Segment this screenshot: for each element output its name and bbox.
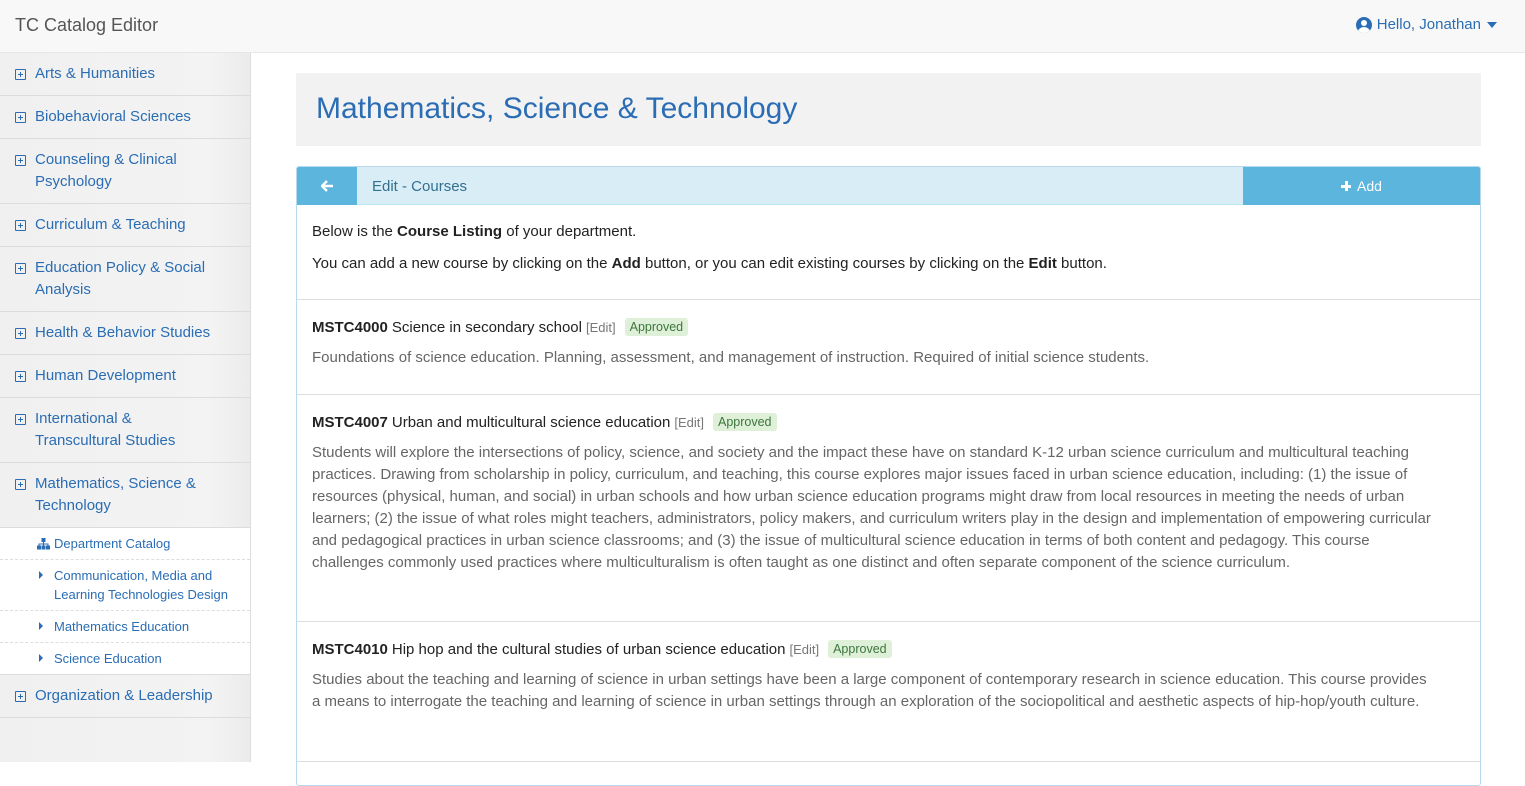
sidebar-item-label: Counseling & Clinical Psychology	[35, 151, 177, 190]
course-description: Students will explore the intersections …	[312, 444, 1431, 571]
sidebar-item-arts-humanities[interactable]: Arts & Humanities	[0, 53, 250, 96]
sidebar-item-human-development[interactable]: Human Development	[0, 355, 250, 398]
plus-icon	[1341, 181, 1352, 191]
status-badge: Approved	[624, 318, 689, 336]
subitem-science-education[interactable]: Science Education	[0, 643, 250, 675]
subitem-label: Communication, Media and Learning Techno…	[54, 568, 228, 602]
expand-icon	[15, 112, 26, 123]
caret-right-icon	[39, 622, 43, 630]
sidebar-item-label: Human Development	[35, 367, 176, 384]
course-description: Studies about the teaching and learning …	[312, 671, 1427, 710]
expand-icon	[15, 220, 26, 231]
course-item: MSTC4010 Hip hop and the cultural studie…	[297, 622, 1480, 762]
emphasis: Course Listing	[397, 223, 503, 240]
add-button-label: Add	[1357, 178, 1382, 194]
top-navbar: TC Catalog Editor Hello, Jonathan	[0, 0, 1525, 53]
caret-down-icon	[1487, 21, 1497, 28]
edit-link[interactable]: [Edit]	[789, 642, 819, 657]
edit-link[interactable]: [Edit]	[674, 415, 704, 430]
sidebar-item-label: Mathematics, Science & Technology	[35, 475, 196, 514]
expand-icon	[15, 69, 26, 80]
panel-header: Edit - Courses Add	[297, 167, 1480, 205]
intro-line-2: You can add a new course by clicking on …	[312, 254, 1107, 274]
sidebar-item-mst[interactable]: Mathematics, Science & Technology	[0, 463, 250, 528]
expand-icon	[15, 328, 26, 339]
sidebar-item-counseling[interactable]: Counseling & Clinical Psychology	[0, 139, 250, 204]
user-circle-icon	[1355, 16, 1372, 33]
emphasis: Edit	[1028, 255, 1057, 272]
arrow-left-icon	[320, 180, 333, 192]
text: button.	[1056, 255, 1107, 272]
sidebar-item-label: Health & Behavior Studies	[35, 324, 211, 341]
subitem-label: Science Education	[54, 651, 162, 666]
edit-link[interactable]: [Edit]	[586, 320, 616, 335]
text: Below is the	[312, 223, 398, 240]
sidebar-item-biobehavioral-sciences[interactable]: Biobehavioral Sciences	[0, 96, 250, 139]
course-item: MSTC4007 Urban and multicultural science…	[297, 395, 1480, 622]
expand-icon	[15, 155, 26, 166]
page-title: Mathematics, Science & Technology	[316, 92, 798, 125]
text: button, or you can edit existing courses…	[640, 255, 1029, 272]
course-item: MSTC4000 Science in secondary school [Ed…	[297, 300, 1480, 395]
subitem-department-catalog[interactable]: Department Catalog	[0, 528, 250, 560]
intro-line-1: Below is the Course Listing of your depa…	[312, 222, 636, 242]
status-badge: Approved	[713, 413, 777, 431]
course-title: Science in secondary school	[391, 318, 582, 336]
sidebar-item-health-behavior[interactable]: Health & Behavior Studies	[0, 312, 250, 355]
sidebar: Arts & Humanities Biobehavioral Sciences…	[0, 53, 251, 762]
text: You can add a new course by clicking on …	[312, 255, 612, 272]
course-title: Urban and multicultural science educatio…	[391, 413, 671, 431]
sidebar-item-label: Biobehavioral Sciences	[35, 108, 191, 125]
course-code: MSTC4010	[312, 640, 388, 658]
course-description: Foundations of science education. Planni…	[312, 349, 1150, 366]
panel-title: Edit - Courses	[372, 178, 468, 195]
course-title: Hip hop and the cultural studies of urba…	[391, 640, 786, 658]
page-header: Mathematics, Science & Technology	[296, 73, 1481, 146]
emphasis: Add	[611, 255, 641, 272]
text: of your department.	[502, 223, 637, 240]
user-menu[interactable]: Hello, Jonathan	[1355, 16, 1497, 33]
sidebar-item-curriculum-teaching[interactable]: Curriculum & Teaching	[0, 204, 250, 247]
course-code: MSTC4007	[312, 413, 388, 431]
status-badge: Approved	[828, 640, 892, 658]
expand-icon	[15, 479, 26, 490]
sidebar-item-international[interactable]: International & Transcultural Studies	[0, 398, 250, 463]
expand-icon	[15, 263, 26, 274]
sitemap-icon	[37, 538, 50, 550]
add-course-button[interactable]: Add	[1243, 167, 1480, 205]
sidebar-item-label: International & Transcultural Studies	[35, 410, 176, 449]
course-header: MSTC4007 Urban and multicultural science…	[312, 413, 777, 431]
course-header: MSTC4000 Science in secondary school [Ed…	[312, 318, 689, 336]
sidebar-item-label: Arts & Humanities	[35, 65, 156, 82]
subitem-label: Mathematics Education	[54, 619, 190, 634]
subitem-communication-media[interactable]: Communication, Media and Learning Techno…	[0, 560, 250, 611]
expand-icon	[15, 691, 26, 702]
courses-panel: Edit - Courses Add Below is the Course L…	[296, 166, 1481, 786]
sidebar-item-label: Organization & Leadership	[35, 687, 213, 704]
subitem-mathematics-education[interactable]: Mathematics Education	[0, 611, 250, 643]
course-code: MSTC4000	[312, 318, 388, 336]
user-greeting: Hello, Jonathan	[1376, 16, 1481, 33]
expand-icon	[15, 414, 26, 425]
course-header: MSTC4010 Hip hop and the cultural studie…	[312, 640, 892, 658]
caret-right-icon	[39, 571, 43, 579]
sidebar-item-organization-leadership[interactable]: Organization & Leadership	[0, 675, 250, 718]
sidebar-item-education-policy[interactable]: Education Policy & Social Analysis	[0, 247, 250, 312]
back-button[interactable]	[297, 167, 357, 205]
caret-right-icon	[39, 654, 43, 662]
sidebar-item-label: Education Policy & Social Analysis	[35, 259, 206, 298]
intro-text: Below is the Course Listing of your depa…	[297, 205, 1480, 300]
app-title[interactable]: TC Catalog Editor	[15, 15, 158, 36]
subitem-label: Department Catalog	[54, 536, 171, 551]
sidebar-item-label: Curriculum & Teaching	[35, 216, 186, 233]
expand-icon	[15, 371, 26, 382]
